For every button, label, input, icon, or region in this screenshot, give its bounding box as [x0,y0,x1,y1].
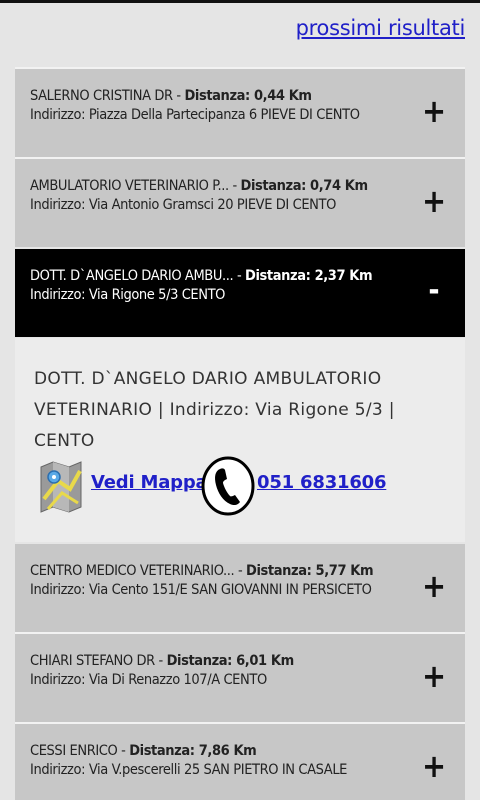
view-map-link[interactable]: Vedi Mappa [91,472,208,493]
result-item-5[interactable]: CHIARI STEFANO DR - Distanza: 6,01 Km In… [15,632,465,722]
result-name: DOTT. D`ANGELO DARIO AMBU... - [30,268,246,284]
next-results-link[interactable]: prossimi risultati [296,16,466,40]
result-name: CHIARI STEFANO DR - [30,653,167,669]
result-address: Indirizzo: Via Rigone 5/3 CENTO [30,287,226,303]
map-icon[interactable] [38,459,84,513]
phone-number-link[interactable]: 051 6831606 [257,472,387,493]
result-distance: Distanza: 2,37 Km [245,268,373,284]
expand-plus-icon[interactable]: + [421,91,447,131]
top-border [0,0,480,3]
result-distance: Distanza: 7,86 Km [129,743,257,759]
result-item-6[interactable]: CESSI ENRICO - Distanza: 7,86 Km Indiriz… [15,722,465,800]
result-address: Indirizzo: Via V.pescerelli 25 SAN PIETR… [30,762,348,778]
expand-plus-icon[interactable]: + [421,181,447,221]
expand-plus-icon[interactable]: + [421,746,447,786]
collapse-minus-icon[interactable]: - [421,271,447,311]
result-name: SALERNO CRISTINA DR - [30,88,185,104]
result-address: Indirizzo: Via Di Renazzo 107/A CENTO [30,672,267,688]
expand-plus-icon[interactable]: + [421,656,447,696]
result-address: Indirizzo: Via Antonio Gramsci 20 PIEVE … [30,197,336,213]
result-distance: Distanza: 6,01 Km [166,653,295,669]
results-list-continued: CENTRO MEDICO VETERINARIO... - Distanza:… [15,542,465,800]
result-address: Indirizzo: Via Cento 151/E SAN GIOVANNI … [30,582,372,598]
result-address: Indirizzo: Piazza Della Partecipanza 6 P… [30,107,360,123]
result-item-1[interactable]: SALERNO CRISTINA DR - Distanza: 0,44 Km … [15,67,465,157]
results-list: SALERNO CRISTINA DR - Distanza: 0,44 Km … [15,67,465,337]
result-item-3-expanded[interactable]: DOTT. D`ANGELO DARIO AMBU... - Distanza:… [15,247,465,337]
result-name: CESSI ENRICO - [30,743,130,759]
result-distance: Distanza: 5,77 Km [246,563,374,579]
result-item-4[interactable]: CENTRO MEDICO VETERINARIO... - Distanza:… [15,542,465,632]
result-distance: Distanza: 0,74 Km [240,178,369,194]
result-distance: Distanza: 0,44 Km [184,88,312,104]
phone-icon[interactable] [200,455,256,517]
detail-description: DOTT. D`ANGELO DARIO AMBULATORIO VETERIN… [34,369,395,451]
result-name: CENTRO MEDICO VETERINARIO... - [30,563,247,579]
result-item-2[interactable]: AMBULATORIO VETERINARIO P... - Distanza:… [15,157,465,247]
result-name: AMBULATORIO VETERINARIO P... - [30,178,241,194]
expand-plus-icon[interactable]: + [421,566,447,606]
result-detail-panel: DOTT. D`ANGELO DARIO AMBULATORIO VETERIN… [15,338,465,542]
